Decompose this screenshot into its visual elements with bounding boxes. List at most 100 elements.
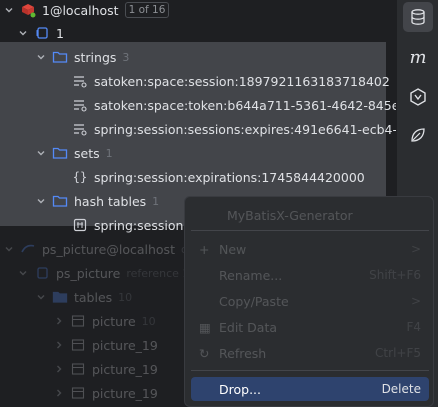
database-label: ps_picture xyxy=(56,265,121,281)
menu-item-new[interactable]: + New > xyxy=(191,237,429,261)
folder-label: tables xyxy=(74,289,113,305)
table-label: picture_19 xyxy=(92,361,158,377)
database-label: 1 xyxy=(56,25,64,41)
leaf-icon[interactable] xyxy=(403,120,433,150)
redis-icon xyxy=(20,2,36,18)
table-row[interactable]: picture 10 xyxy=(52,309,156,333)
folder-label: hash tables xyxy=(74,193,147,209)
menu-item-shortcut: Shift+F6 xyxy=(369,268,421,282)
connection-label: 1@localhost xyxy=(42,2,119,18)
plugin-icon[interactable] xyxy=(403,82,433,112)
menu-item-label: New xyxy=(219,241,247,257)
menu-item-label: Copy/Paste xyxy=(219,293,289,309)
folder-sets[interactable]: sets 1 xyxy=(34,141,113,165)
set-key-icon: {} xyxy=(72,170,88,184)
menu-item-label: Edit Data xyxy=(219,319,278,335)
table-icon xyxy=(70,313,86,329)
key-row[interactable]: spring:session:s xyxy=(72,213,194,237)
chevron-right-icon[interactable] xyxy=(52,314,66,328)
folder-label: strings xyxy=(74,49,117,65)
folder-icon xyxy=(52,193,68,209)
table-label: picture_19 xyxy=(92,337,158,353)
chevron-down-icon[interactable] xyxy=(34,290,48,304)
menu-item-label: Rename... xyxy=(219,267,283,283)
menu-separator xyxy=(191,230,429,231)
folder-count: 1 xyxy=(105,146,113,160)
plus-icon: + xyxy=(199,241,210,257)
key-row[interactable]: spring:session:sessions:expires:491e6641… xyxy=(72,117,396,141)
mybatis-m-label: m xyxy=(409,46,427,68)
chevron-right-icon[interactable] xyxy=(52,362,66,376)
chevron-right-icon[interactable] xyxy=(52,386,66,400)
hash-key-icon xyxy=(72,217,88,233)
menu-item-refresh[interactable]: ↻ Refresh Ctrl+F5 xyxy=(191,341,429,365)
table-label: picture_19 xyxy=(92,385,158,401)
key-label: satoken:space:token:b644a711-5361-4642-8… xyxy=(94,97,396,113)
menu-item-mybatisx-generator[interactable]: MyBatisX-Generator xyxy=(191,203,429,227)
folder-label: sets xyxy=(74,145,100,161)
menu-item-rename[interactable]: Rename... Shift+F6 xyxy=(191,263,429,287)
context-menu: MyBatisX-Generator + New > Rename... Shi… xyxy=(184,196,434,407)
key-label: spring:session:expirations:1745844420000 xyxy=(94,169,365,185)
string-key-icon xyxy=(72,121,88,137)
key-label: spring:session:s xyxy=(94,217,195,233)
menu-separator xyxy=(191,370,429,371)
table-row[interactable]: picture_19 xyxy=(52,381,158,405)
folder-hash-tables[interactable]: hash tables 1 xyxy=(34,189,159,213)
mybatis-m-icon[interactable]: m xyxy=(403,42,433,72)
table-note: 10 xyxy=(141,314,156,328)
string-key-icon xyxy=(72,73,88,89)
folder-count: 1 xyxy=(152,194,160,208)
string-key-icon xyxy=(72,97,88,113)
chevron-down-icon[interactable] xyxy=(16,26,30,40)
table-icon xyxy=(70,337,86,353)
menu-item-shortcut: Delete xyxy=(381,382,421,396)
connection-badge: 1 of 16 xyxy=(124,2,170,18)
submenu-arrow: > xyxy=(410,294,421,308)
folder-count: 10 xyxy=(118,290,133,304)
chevron-down-icon[interactable] xyxy=(34,146,48,160)
database-node[interactable]: 1 xyxy=(16,21,64,45)
key-row[interactable]: satoken:space:session:189792116318371840… xyxy=(72,69,390,93)
menu-item-label: MyBatisX-Generator xyxy=(227,207,353,223)
refresh-icon: ↻ xyxy=(199,345,210,361)
connection-node[interactable]: ps_picture@localhost of xyxy=(2,237,192,261)
chevron-down-icon[interactable] xyxy=(34,194,48,208)
chevron-right-icon[interactable] xyxy=(52,338,66,352)
menu-item-label: Drop... xyxy=(219,381,261,397)
menu-item-drop[interactable]: Drop... Delete xyxy=(191,377,429,401)
submenu-arrow: > xyxy=(410,242,421,256)
chevron-down-icon[interactable] xyxy=(16,266,30,280)
database-schema-icon xyxy=(34,25,50,41)
folder-icon xyxy=(52,289,68,305)
folder-tables[interactable]: tables 10 xyxy=(34,285,132,309)
table-label: picture xyxy=(92,313,136,329)
folder-icon xyxy=(52,145,68,161)
database-node[interactable]: ps_picture reference 13 xyxy=(16,261,196,285)
menu-item-shortcut: Ctrl+F5 xyxy=(375,346,421,360)
key-label: spring:session:sessions:expires:491e6641… xyxy=(94,121,396,137)
folder-icon xyxy=(52,49,68,65)
table-icon xyxy=(70,361,86,377)
menu-item-label: Refresh xyxy=(219,345,267,361)
mysql-icon xyxy=(20,241,36,257)
connection-node[interactable]: 1@localhost 1 of 16 xyxy=(2,0,170,22)
table-edit-icon: ▦ xyxy=(199,319,211,335)
menu-item-edit-data[interactable]: ▦ Edit Data F4 xyxy=(191,315,429,339)
chevron-down-icon[interactable] xyxy=(2,3,16,17)
connection-label: ps_picture@localhost xyxy=(42,241,175,257)
key-label: satoken:space:session:189792116318371840… xyxy=(94,73,390,89)
menu-item-shortcut: F4 xyxy=(406,320,421,334)
key-row[interactable]: {} spring:session:expirations:1745844420… xyxy=(72,165,365,189)
chevron-down-icon[interactable] xyxy=(2,242,16,256)
database-icon[interactable] xyxy=(403,2,433,32)
table-icon xyxy=(70,385,86,401)
folder-count: 3 xyxy=(122,50,130,64)
menu-item-copy-paste[interactable]: Copy/Paste > xyxy=(191,289,429,313)
table-row[interactable]: picture_19 xyxy=(52,333,158,357)
database-schema-icon xyxy=(34,265,50,281)
chevron-down-icon[interactable] xyxy=(34,50,48,64)
table-row[interactable]: picture_19 xyxy=(52,357,158,381)
folder-strings[interactable]: strings 3 xyxy=(34,45,129,69)
key-row[interactable]: satoken:space:token:b644a711-5361-4642-8… xyxy=(72,93,396,117)
